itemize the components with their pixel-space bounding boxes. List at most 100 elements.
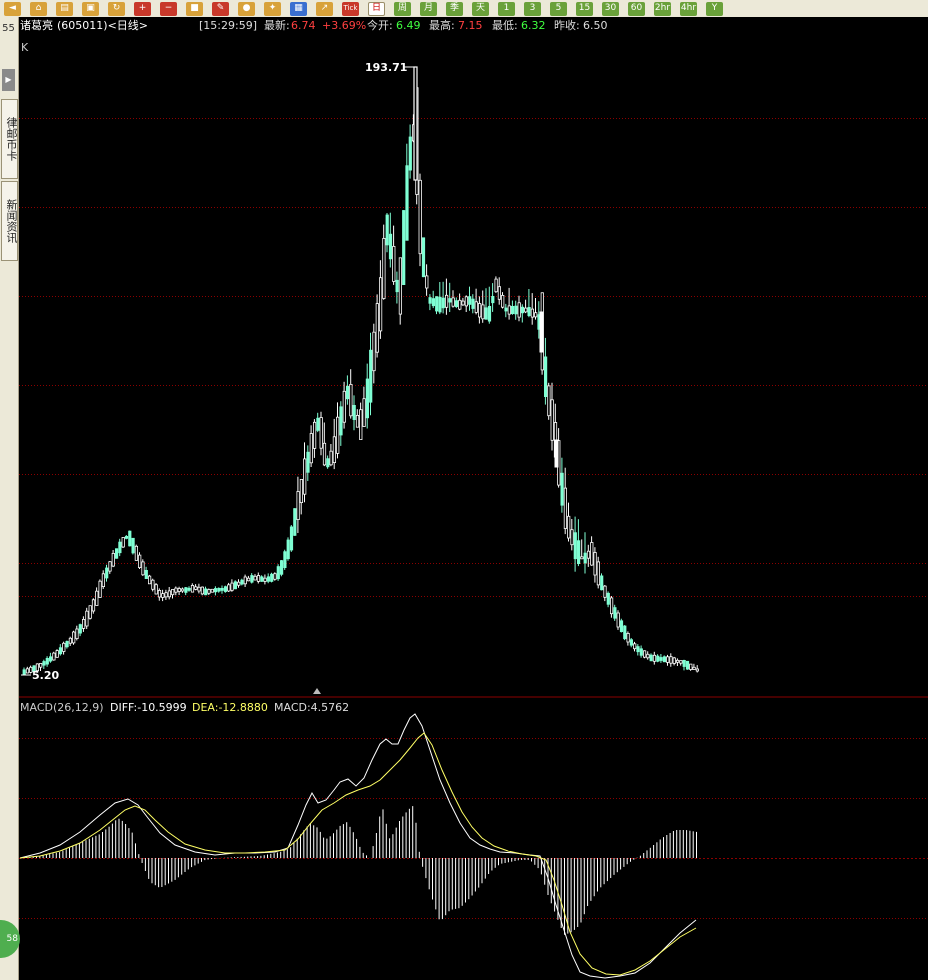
candle-body-32: [128, 530, 132, 547]
candle-body-116: [405, 165, 409, 241]
candle-body-108: [378, 277, 383, 332]
candle-body-169: [580, 556, 584, 560]
candle-body-35: [138, 554, 142, 568]
candle-body-106: [372, 331, 376, 372]
macd-dea-value: DEA:-12.8880: [192, 701, 268, 714]
candle-body-200: [682, 660, 686, 667]
candle-body-125: [435, 296, 439, 312]
candle-body-73: [263, 577, 267, 582]
candle-body-37: [144, 570, 148, 580]
candle-body-71: [256, 575, 261, 582]
candle-body-80: [286, 539, 290, 560]
candle-body-121: [421, 237, 426, 278]
candle-body-74: [266, 576, 271, 582]
candle-body-36: [141, 561, 145, 576]
candle-body-111: [388, 233, 393, 260]
candle-body-117: [408, 136, 412, 171]
candle-body-170: [583, 552, 587, 564]
candle-body-11: [58, 647, 63, 655]
candle-body-188: [643, 650, 647, 658]
candle-body-204: [695, 668, 700, 672]
candle-body-51: [190, 585, 195, 593]
macd-indicator: [19, 713, 697, 979]
candle-body-70: [253, 575, 257, 581]
candle-body-28: [115, 548, 119, 559]
candle-body-105: [369, 349, 373, 403]
candle-body-202: [689, 663, 693, 670]
candle-body-56: [207, 589, 211, 594]
candle-body-138: [477, 303, 482, 318]
candle-body-68: [246, 577, 251, 582]
candle-body-75: [270, 573, 274, 582]
candle-body-139: [481, 304, 485, 320]
candle-body-41: [157, 590, 162, 598]
candle-body-147: [507, 305, 511, 315]
macd-legend: MACD(26,12,9) DIFF:-10.5999 DEA:-12.8880…: [20, 701, 349, 714]
candle-body-112: [392, 245, 396, 282]
candle-body-89: [316, 417, 320, 431]
candle-body-30: [121, 537, 125, 548]
candle-body-94: [332, 436, 337, 463]
candle-body-34: [134, 545, 138, 561]
candle-body-25: [105, 567, 109, 579]
candle-body-76: [273, 573, 277, 580]
candle-body-39: [151, 579, 155, 590]
candle-body-27: [111, 553, 115, 567]
candle-body-192: [656, 655, 660, 662]
candle-body-47: [177, 588, 181, 592]
candle-body-82: [293, 508, 297, 536]
candle-body-132: [458, 299, 462, 310]
candle-body-101: [355, 414, 360, 428]
candle-body-40: [154, 584, 158, 595]
candle-body-86: [306, 451, 310, 473]
candle-body-63: [230, 582, 234, 591]
candle-body-165: [567, 515, 571, 539]
candle-body-60: [220, 588, 224, 591]
candle-body-199: [679, 660, 683, 664]
candle-body-46: [174, 587, 178, 593]
candle-body-122: [425, 275, 429, 289]
candle-body-151: [520, 306, 525, 314]
candle-body-0: [22, 669, 26, 675]
candle-body-173: [593, 552, 597, 576]
candle-body-7: [45, 658, 49, 665]
candle-body-149: [514, 305, 518, 315]
candle-body-137: [474, 301, 478, 313]
candle-body-189: [646, 653, 650, 659]
macd-diff-value: DIFF:-10.5999: [110, 701, 187, 714]
candle-body-88: [312, 421, 317, 449]
candle-body-182: [623, 625, 627, 640]
candle-body-164: [563, 487, 568, 529]
candle-body-183: [626, 633, 630, 643]
candle-body-198: [676, 659, 680, 663]
candle-body-102: [359, 409, 363, 441]
candle-body-143: [494, 278, 498, 293]
divider-triangle-icon[interactable]: [313, 688, 321, 694]
candle-body-144: [497, 286, 502, 300]
candle-body-77: [276, 566, 280, 580]
candle-body-29: [118, 541, 122, 554]
candle-body-171: [586, 550, 591, 559]
candle-body-201: [685, 660, 690, 670]
candle-body-185: [633, 643, 637, 650]
candle-body-91: [322, 442, 327, 466]
candle-body-22: [95, 590, 99, 606]
candle-body-23: [98, 580, 102, 598]
candle-body-14: [68, 637, 72, 644]
candle-body-85: [303, 458, 307, 495]
candle-body-58: [213, 588, 218, 593]
candle-body-203: [692, 666, 696, 670]
chart-area[interactable]: K 193.71 5.20 MACD(26,12,9) DIFF:-10.599…: [0, 0, 928, 980]
candle-body-13: [65, 641, 69, 648]
candle-body-113: [395, 279, 399, 293]
max-price-label: 193.71: [365, 61, 407, 74]
candle-body-175: [600, 575, 604, 591]
candle-body-160: [550, 399, 554, 441]
candle-body-97: [342, 390, 346, 423]
candle-body-92: [326, 458, 330, 468]
candle-body-120: [418, 179, 422, 255]
candle-body-1: [25, 668, 30, 674]
candle-body-15: [72, 631, 76, 644]
candle-body-131: [454, 300, 459, 308]
candle-body-31: [124, 536, 129, 539]
